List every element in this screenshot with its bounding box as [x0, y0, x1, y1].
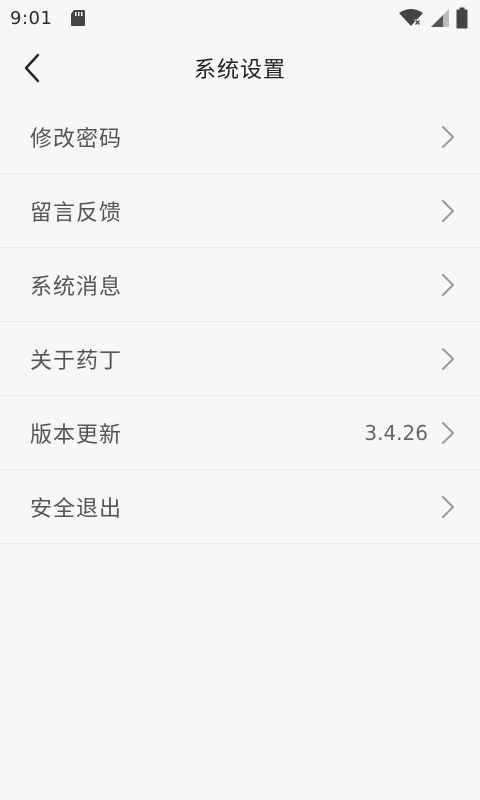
wifi-icon	[398, 8, 424, 28]
battery-icon	[456, 7, 468, 29]
settings-screen: 9:01 系统设置 修改密码 留言反馈 系统消息 关于药丁 版本更新 3.4.2…	[0, 0, 480, 800]
version-number: 3.4.26	[364, 420, 428, 445]
chevron-right-icon	[440, 421, 456, 445]
list-item-label: 系统消息	[30, 274, 123, 300]
chevron-right-icon	[440, 273, 456, 297]
list-item-label: 修改密码	[30, 126, 123, 152]
list-item-version-update[interactable]: 版本更新 3.4.26	[0, 396, 480, 470]
chevron-right-icon	[440, 125, 456, 149]
status-right	[398, 7, 468, 29]
chevron-left-icon	[23, 53, 41, 83]
nav-bar: 系统设置	[0, 36, 480, 100]
settings-list: 修改密码 留言反馈 系统消息 关于药丁 版本更新 3.4.26 安全退出	[0, 100, 480, 544]
list-item-label: 关于药丁	[30, 348, 123, 374]
status-left: 9:01	[10, 8, 86, 29]
chevron-right-icon	[440, 495, 456, 519]
list-item-label: 版本更新	[30, 422, 123, 448]
back-button[interactable]	[14, 50, 50, 86]
list-item-label: 安全退出	[30, 496, 123, 522]
list-item-logout[interactable]: 安全退出	[0, 470, 480, 544]
chevron-right-icon	[440, 199, 456, 223]
list-item-feedback[interactable]: 留言反馈	[0, 174, 480, 248]
list-item-about[interactable]: 关于药丁	[0, 322, 480, 396]
list-item-label: 留言反馈	[30, 200, 123, 226]
signal-icon	[430, 8, 450, 28]
chevron-right-icon	[440, 347, 456, 371]
status-time: 9:01	[10, 7, 53, 29]
page-title: 系统设置	[193, 58, 286, 83]
list-item-change-password[interactable]: 修改密码	[0, 100, 480, 174]
list-item-system-messages[interactable]: 系统消息	[0, 248, 480, 322]
sd-card-icon	[70, 9, 86, 27]
status-bar: 9:01	[0, 0, 480, 36]
